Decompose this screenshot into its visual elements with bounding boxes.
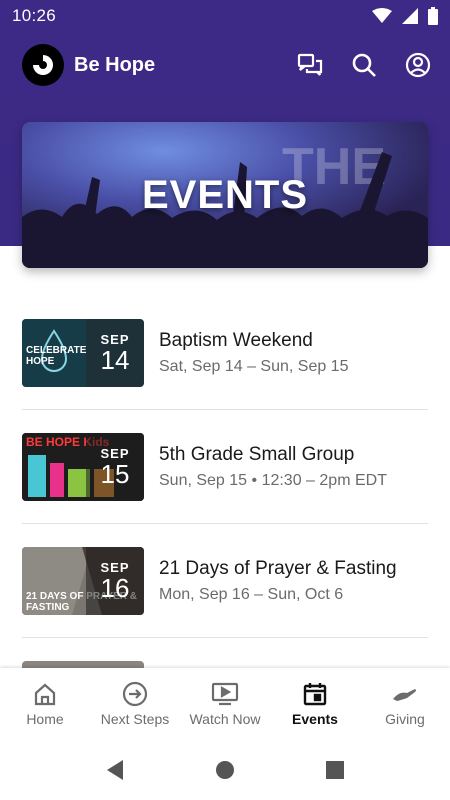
tab-label: Watch Now <box>189 711 261 727</box>
event-title: 21 Days of Prayer & Fasting <box>159 557 397 579</box>
app-title: Be Hope <box>74 53 156 76</box>
event-day: 14 <box>100 345 130 375</box>
event-date-badge: SEP 15 <box>86 432 144 501</box>
system-nav-bar <box>0 740 450 800</box>
event-thumbnail: BE HOPE Kids SEP 15 <box>22 432 144 501</box>
tab-events[interactable]: Events <box>270 668 360 740</box>
home-icon <box>34 683 56 706</box>
hand-icon <box>393 689 416 701</box>
chat-button[interactable] <box>296 51 324 79</box>
tab-giving[interactable]: Giving <box>360 668 450 740</box>
tab-label: Home <box>26 711 64 727</box>
profile-button[interactable] <box>404 51 432 79</box>
event-subtitle: Sun, Sep 15 • 12:30 – 2pm EDT <box>159 471 387 489</box>
tab-home[interactable]: Home <box>0 668 90 740</box>
event-item[interactable]: 21 DAYS OF PRAYER & FASTING SEP 16 21 Da… <box>22 524 428 638</box>
account-icon <box>405 52 431 78</box>
event-text: 5th Grade Small Group Sun, Sep 15 • 12:3… <box>159 444 387 490</box>
event-thumbnail: 21 DAYS OF PRAYER & FASTING SEP 16 <box>22 546 144 615</box>
events-banner: THE EVENTS <box>22 122 428 268</box>
event-text: 21 Days of Prayer & Fasting Mon, Sep 16 … <box>159 558 397 604</box>
status-bar: 10:26 <box>0 0 450 32</box>
recents-icon[interactable] <box>325 760 345 780</box>
event-day: 15 <box>100 459 130 489</box>
event-item[interactable]: CELEBRATE HOPE SEP 14 Baptism Weekend Sa… <box>22 296 428 410</box>
play-icon <box>211 682 239 706</box>
tab-label: Next Steps <box>100 711 170 727</box>
back-icon[interactable] <box>105 759 125 781</box>
banner-title: EVENTS <box>141 172 309 217</box>
status-time: 10:26 <box>12 6 57 25</box>
thumb-text: CELEBRATE HOPE <box>26 344 87 367</box>
event-thumbnail: CELEBRATE HOPE SEP 14 <box>22 318 144 387</box>
status-icons <box>372 7 438 25</box>
signal-icon <box>402 8 418 24</box>
event-subtitle: Sat, Sep 14 – Sun, Sep 15 <box>159 357 349 375</box>
event-title: 5th Grade Small Group <box>159 443 355 465</box>
app-logo[interactable] <box>22 44 64 86</box>
logo-icon <box>33 55 53 75</box>
calendar-icon <box>303 683 327 706</box>
tab-label: Events <box>292 711 338 727</box>
event-date-badge: SEP 16 <box>86 546 144 615</box>
arrow-circle-icon <box>122 681 148 707</box>
tab-label: Giving <box>385 711 425 727</box>
event-date-badge: SEP 14 <box>86 318 144 387</box>
wifi-icon <box>372 8 392 23</box>
event-subtitle: Mon, Sep 16 – Sun, Oct 6 <box>159 585 344 603</box>
chat-icon <box>297 53 323 76</box>
search-button[interactable] <box>350 51 378 79</box>
event-day: 16 <box>100 573 130 603</box>
app-bar: Be Hope <box>0 32 450 98</box>
bottom-tab-bar: Home Next Steps Watch Now Events Giving <box>0 668 450 740</box>
tab-next-steps[interactable]: Next Steps <box>90 668 180 740</box>
search-icon <box>352 53 376 77</box>
tab-watch-now[interactable]: Watch Now <box>180 668 270 740</box>
event-item[interactable]: BE HOPE Kids SEP 15 5th Grade Small Grou… <box>22 410 428 524</box>
battery-icon <box>428 7 438 25</box>
event-text: Baptism Weekend Sat, Sep 14 – Sun, Sep 1… <box>159 330 348 376</box>
home-nav-icon[interactable] <box>215 760 235 780</box>
event-title: Baptism Weekend <box>159 329 313 351</box>
app-actions <box>296 51 432 79</box>
